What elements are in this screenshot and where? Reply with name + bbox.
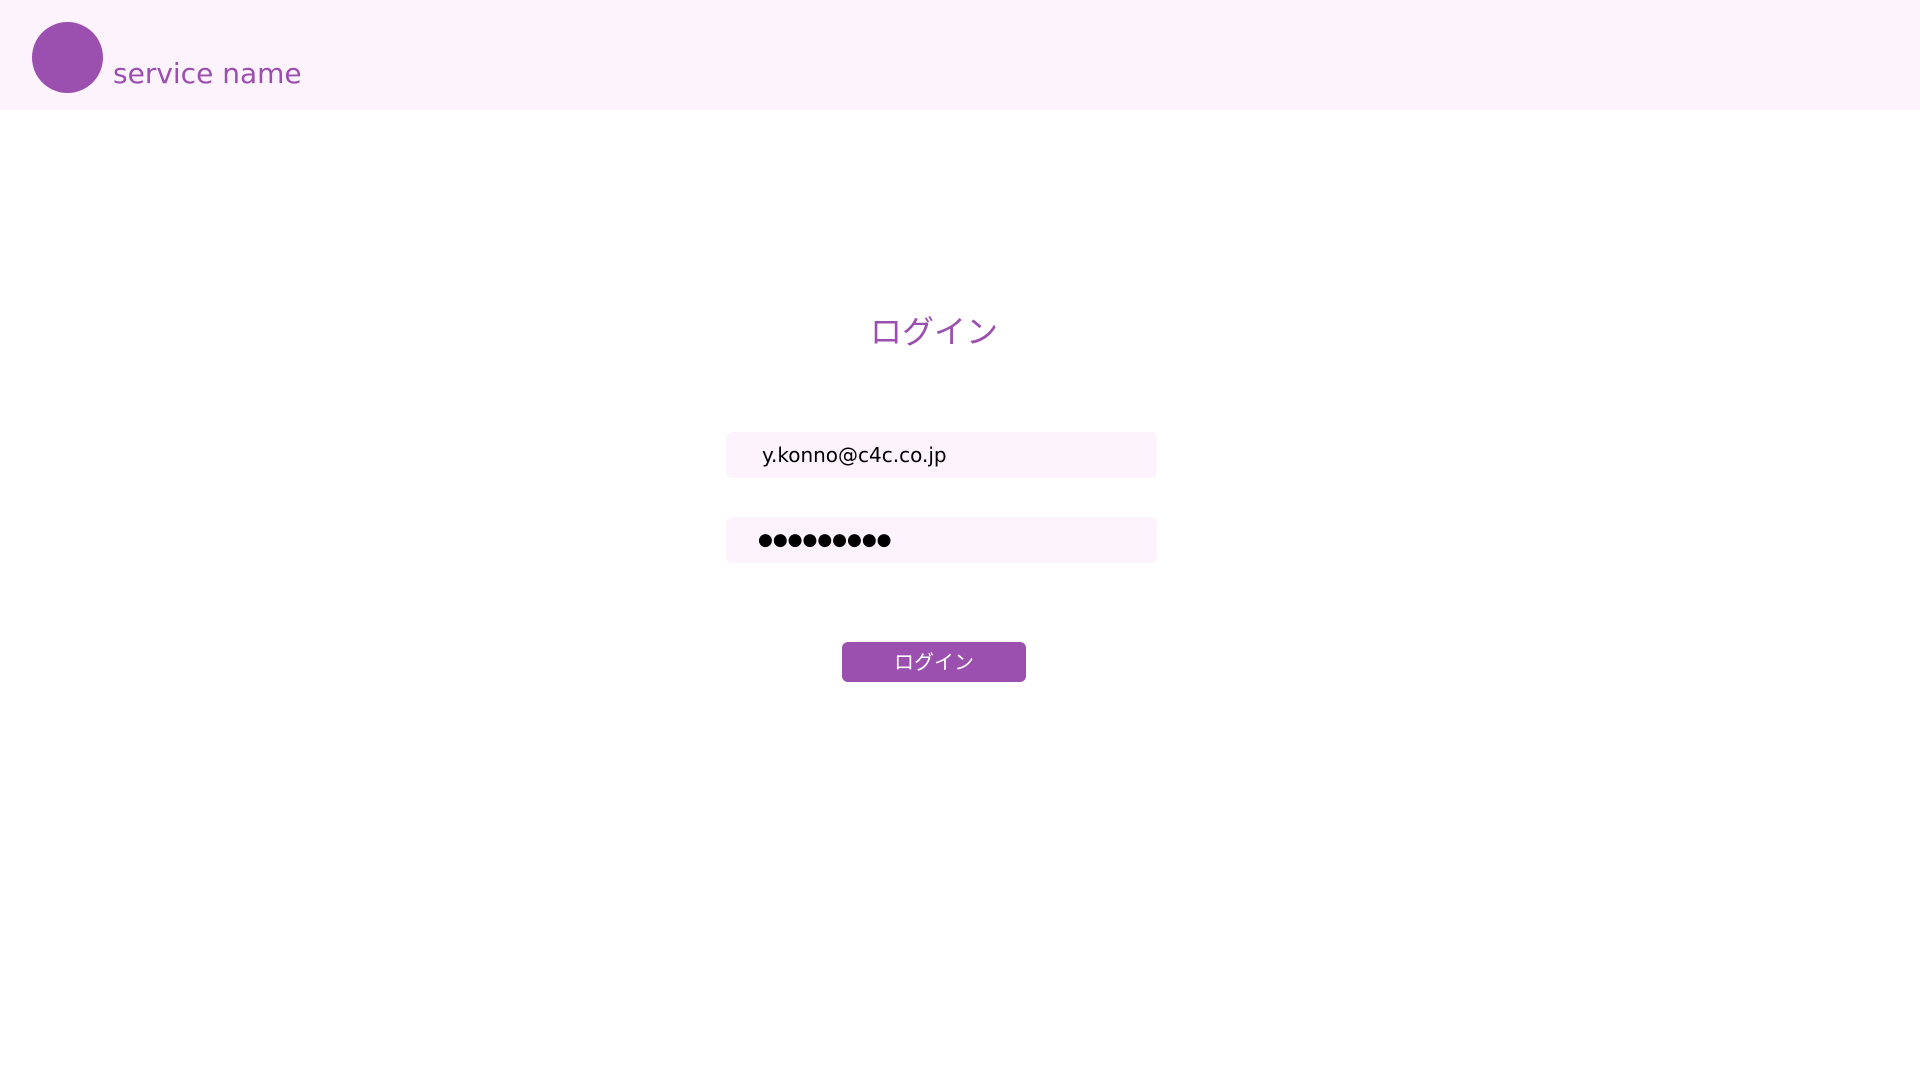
service-name: service name	[113, 57, 302, 90]
email-field[interactable]: y.konno@c4c.co.jp	[726, 432, 1157, 478]
login-title: ログイン	[869, 313, 998, 351]
logo-icon[interactable]	[32, 22, 103, 93]
login-button[interactable]: ログイン	[842, 642, 1026, 682]
header-bar: service name	[0, 0, 1920, 110]
password-field[interactable]: ●●●●●●●●●	[726, 517, 1157, 563]
